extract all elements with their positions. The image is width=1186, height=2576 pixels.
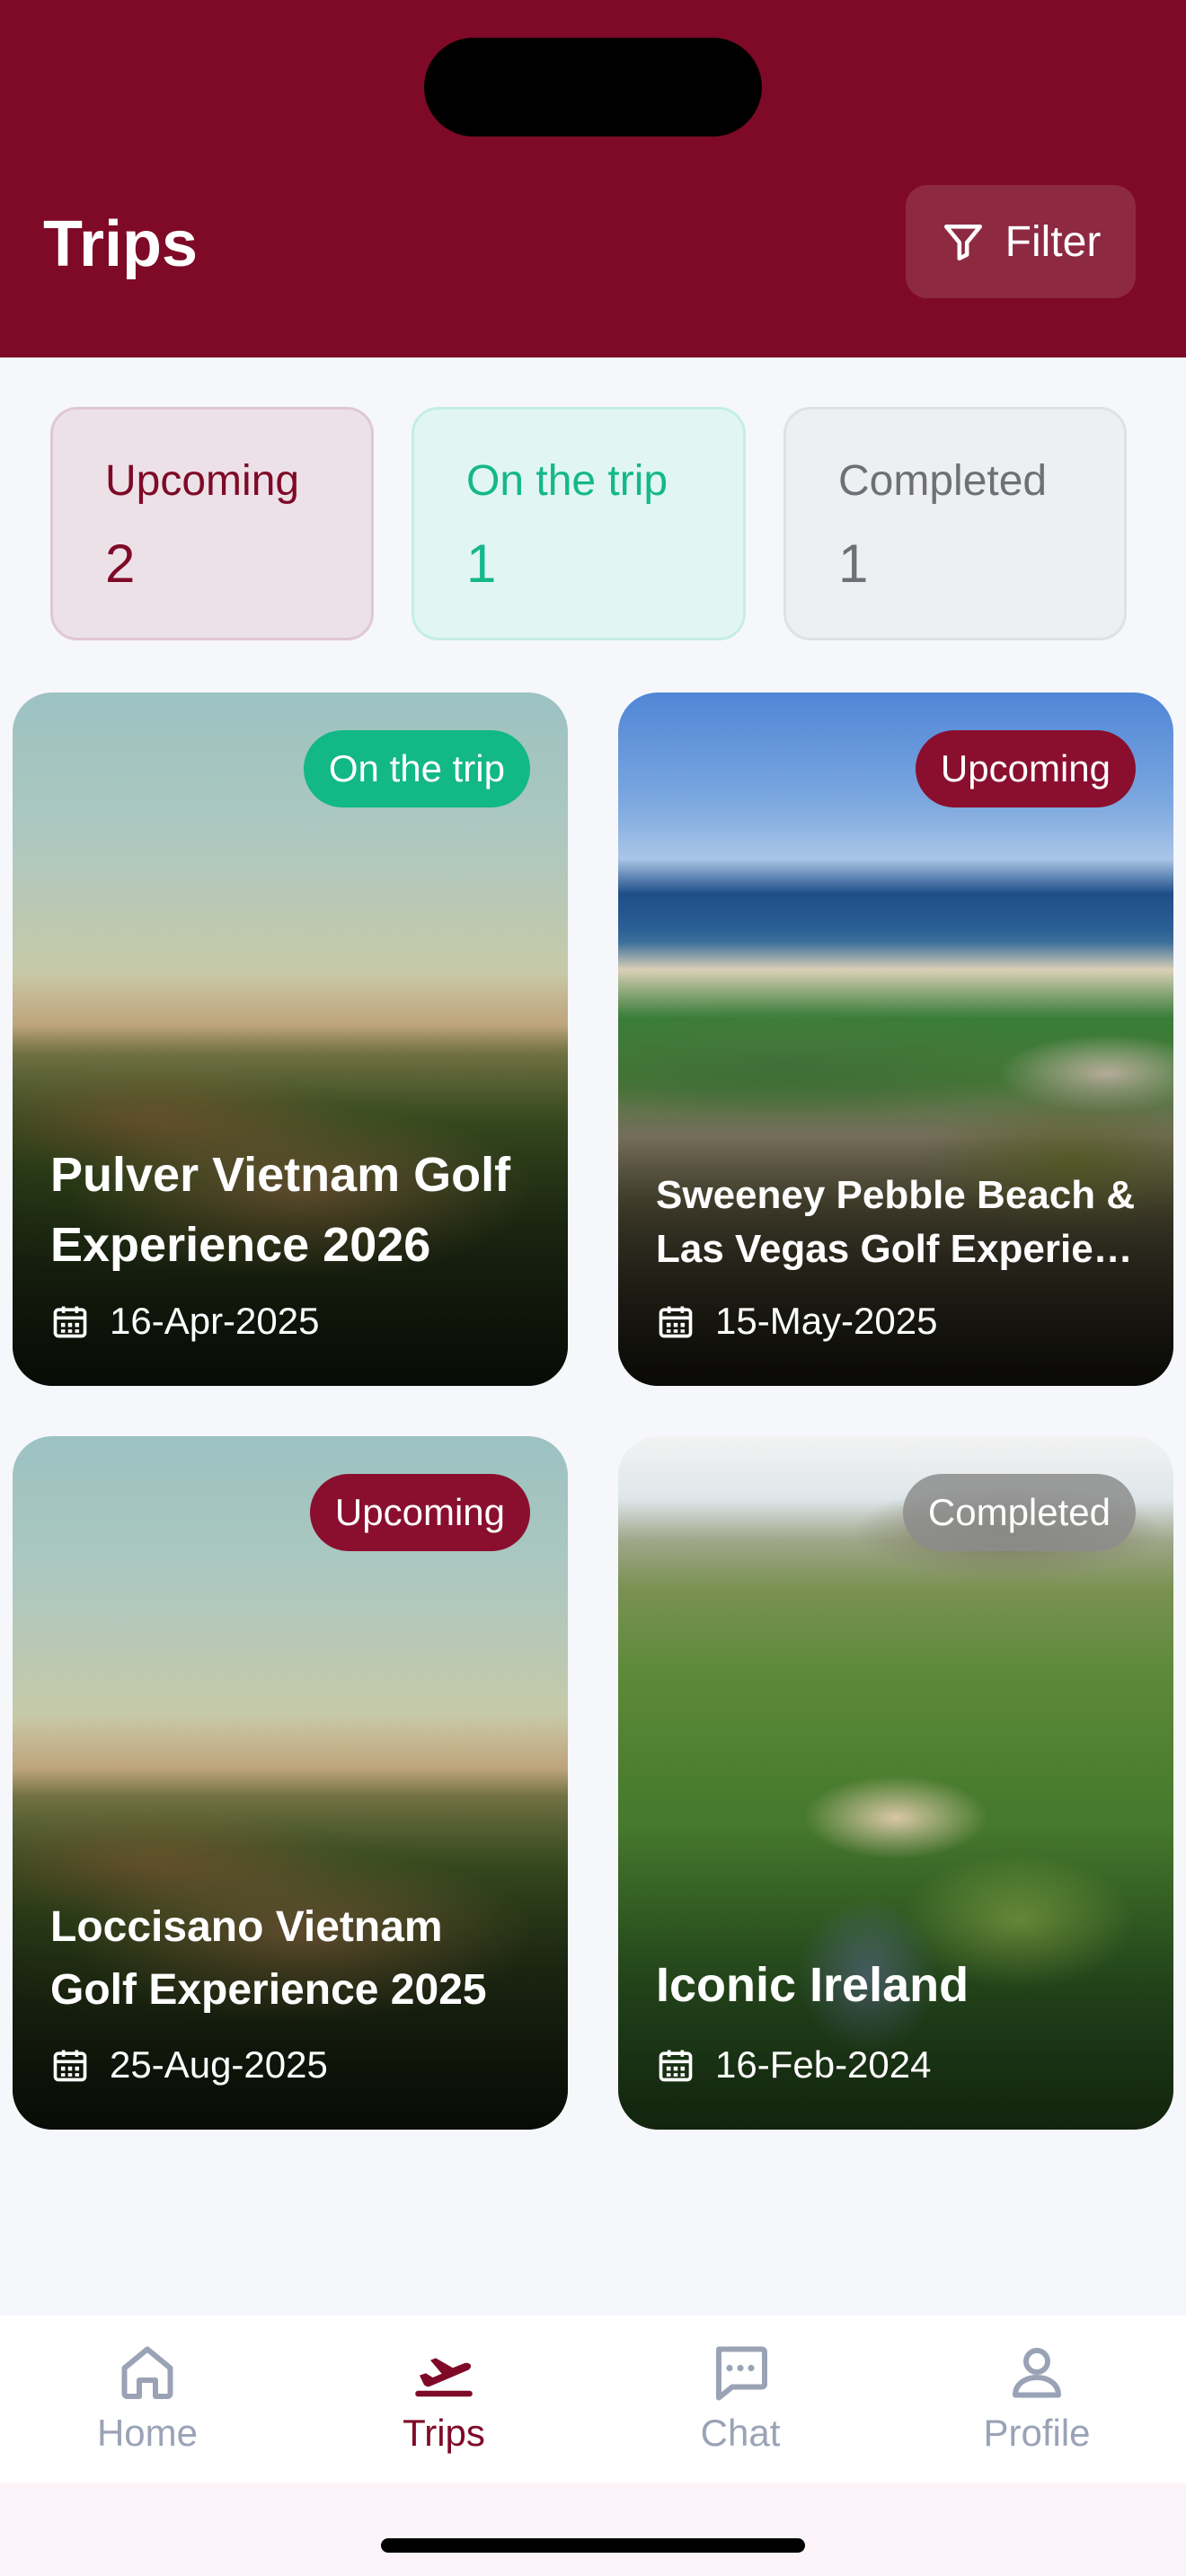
stat-card-on-the-trip[interactable]: On the trip 1 (412, 407, 746, 640)
status-badge: Upcoming (309, 1474, 530, 1551)
trip-title: Pulver Vietnam Golf Experience 2026 (50, 1140, 541, 1280)
trip-date: 16-Feb-2024 (656, 2040, 932, 2090)
calendar-icon (659, 2050, 693, 2082)
trips-screen: Trips Filter Upcoming 2 On the trip 1 Co… (0, 0, 1186, 2576)
trip-date-text: 16-Feb-2024 (715, 2043, 932, 2086)
trip-title-line: Iconic Ireland (656, 1958, 969, 2012)
trip-title-line: Las Vegas Golf Experien... (656, 1227, 1146, 1271)
trip-date-text: 15-May-2025 (715, 1300, 938, 1342)
calendar-icon (659, 1306, 693, 1338)
nav-item-trips[interactable]: Trips (345, 2340, 543, 2475)
trip-date-text: 25-Aug-2025 (110, 2043, 328, 2086)
trip-date: 15-May-2025 (656, 1296, 937, 1346)
trip-title: Iconic Ireland (656, 1950, 1146, 2020)
status-badge: Completed (902, 1474, 1136, 1551)
trip-title-line: Golf Experience 2025 (50, 1966, 487, 2014)
nav-item-home[interactable]: Home (49, 2340, 246, 2475)
dynamic-island (424, 38, 762, 137)
trip-title-line: Sweeney Pebble Beach & (656, 1173, 1136, 1217)
trip-title: Loccisano Vietnam Golf Experience 2025 (50, 1896, 541, 2022)
stat-label: On the trip (466, 457, 668, 505)
home-indicator (381, 2538, 805, 2553)
trip-title-line: Experience 2026 (50, 1218, 431, 1272)
stat-label: Completed (838, 457, 1048, 505)
nav-label: Home (96, 2412, 199, 2454)
chat-icon (716, 2346, 767, 2401)
page-title: Trips (43, 208, 199, 280)
nav-label: Trips (403, 2412, 485, 2454)
trip-title-line: Pulver Vietnam Golf (50, 1148, 511, 1202)
trip-date-text: 16-Apr-2025 (110, 1300, 320, 1342)
app-header: Trips Filter (0, 0, 1186, 357)
status-badge: Upcoming (915, 730, 1136, 807)
nav-label: Profile (983, 2412, 1091, 2454)
stat-count: 1 (466, 534, 497, 594)
status-badge: On the trip (303, 730, 530, 807)
filter-icon (943, 225, 982, 261)
filter-button[interactable]: Filter (906, 185, 1136, 298)
nav-item-profile[interactable]: Profile (938, 2340, 1136, 2475)
trip-title-line: Loccisano Vietnam (50, 1903, 443, 1951)
stat-card-upcoming[interactable]: Upcoming 2 (50, 407, 374, 640)
nav-item-chat[interactable]: Chat (642, 2340, 839, 2475)
trip-title: Sweeney Pebble Beach & Las Vegas Golf Ex… (656, 1169, 1146, 1276)
trip-date: 16-Apr-2025 (50, 1296, 319, 1346)
calendar-icon (53, 2050, 87, 2082)
calendar-icon (53, 1306, 87, 1338)
person-icon (1013, 2348, 1061, 2398)
stat-card-completed[interactable]: Completed 1 (783, 407, 1127, 640)
nav-label: Chat (700, 2412, 781, 2454)
trip-card[interactable]: Upcoming Sweeney Pebble Beach & Las Vega… (618, 693, 1173, 1386)
trip-card[interactable]: Completed Iconic Ireland 16-Feb-2024 (618, 1436, 1173, 2130)
plane-departure-icon (415, 2358, 473, 2397)
trip-date: 25-Aug-2025 (50, 2040, 328, 2090)
stat-count: 2 (105, 534, 136, 594)
trip-card[interactable]: On the trip Pulver Vietnam Golf Experien… (13, 693, 568, 1386)
trip-card[interactable]: Upcoming Loccisano Vietnam Golf Experien… (13, 1436, 568, 2130)
stat-label: Upcoming (105, 457, 300, 505)
home-icon (121, 2346, 173, 2399)
stat-count: 1 (838, 534, 869, 594)
bottom-safe-area (0, 2483, 1186, 2576)
filter-label: Filter (1005, 217, 1102, 266)
